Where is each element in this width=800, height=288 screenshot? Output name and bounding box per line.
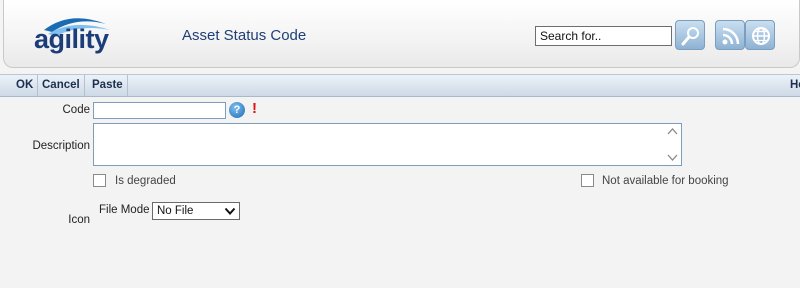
action-toolbar: OK Cancel Paste He	[0, 74, 800, 97]
is-degraded-checkbox[interactable]	[93, 174, 106, 187]
globe-icon	[752, 27, 770, 45]
asset-status-form: Code ? ! Description Is degraded Not ava…	[0, 97, 800, 288]
description-scrollbar[interactable]	[664, 124, 681, 165]
help-button[interactable]: He	[786, 75, 800, 96]
code-label: Code	[62, 104, 91, 116]
file-mode-select[interactable]: No File	[152, 202, 240, 220]
file-mode-value: No File	[157, 205, 194, 217]
rss-icon	[722, 27, 740, 45]
search-icon	[681, 27, 699, 46]
is-degraded-label: Is degraded	[115, 175, 176, 187]
description-label: Description	[32, 140, 90, 152]
paste-button[interactable]: Paste	[88, 75, 128, 96]
help-icon[interactable]: ?	[229, 102, 245, 118]
chevron-down-icon[interactable]	[667, 154, 678, 162]
chevron-down-icon	[224, 207, 236, 215]
code-field[interactable]	[93, 102, 226, 119]
chevron-up-icon[interactable]	[667, 127, 678, 135]
search-input[interactable]	[535, 26, 672, 46]
header-card: agility Asset Status Code	[3, 0, 800, 68]
app-header: agility Asset Status Code	[0, 0, 800, 71]
logo-text: agility	[34, 24, 109, 54]
file-mode-label: File Mode	[99, 204, 150, 216]
globe-button[interactable]	[745, 20, 775, 50]
not-available-label: Not available for booking	[602, 175, 729, 187]
icon-label: Icon	[68, 214, 90, 226]
ok-button[interactable]: OK	[12, 75, 39, 96]
rss-button[interactable]	[715, 20, 745, 50]
cancel-button[interactable]: Cancel	[38, 75, 85, 96]
page-title: Asset Status Code	[182, 27, 307, 44]
description-field[interactable]	[93, 123, 682, 166]
search-button[interactable]	[675, 20, 705, 50]
not-available-checkbox[interactable]	[581, 174, 594, 187]
required-icon: !	[252, 100, 257, 117]
